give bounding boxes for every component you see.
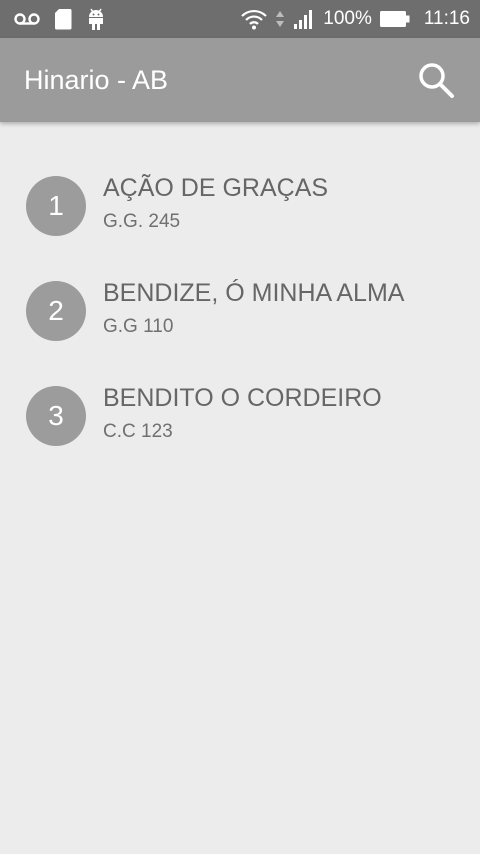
hymn-number-badge: 2 xyxy=(26,281,86,341)
hymn-reference: G.G 110 xyxy=(103,316,174,337)
hymn-number-badge: 1 xyxy=(26,176,86,236)
voicemail-icon xyxy=(14,13,40,25)
android-icon xyxy=(89,8,103,30)
search-button[interactable] xyxy=(414,58,458,102)
list-item[interactable]: 1 AÇÃO DE GRAÇAS G.G. 245 xyxy=(0,150,480,255)
notification-icons xyxy=(14,7,106,31)
hymn-reference: G.G. 245 xyxy=(103,211,181,232)
app-title: Hinario - AB xyxy=(24,65,169,95)
search-icon xyxy=(419,63,454,98)
sd-card-icon xyxy=(55,9,72,30)
wifi-icon xyxy=(241,9,268,30)
battery-icon xyxy=(379,11,410,27)
hymn-title: BENDITO O CORDEIRO xyxy=(103,384,382,412)
status-bar: 100% 11:16 xyxy=(0,0,480,38)
list-item[interactable]: 3 BENDITO O CORDEIRO C.C 123 xyxy=(0,360,480,465)
battery-percent: 100% xyxy=(323,8,372,29)
app-bar: Hinario - AB xyxy=(0,38,480,122)
hymn-title: AÇÃO DE GRAÇAS xyxy=(103,174,329,202)
hymn-number-badge: 3 xyxy=(26,386,86,446)
hymn-list: 1 AÇÃO DE GRAÇAS G.G. 245 2 BENDIZE, Ó M… xyxy=(0,150,480,465)
list-item[interactable]: 2 BENDIZE, Ó MINHA ALMA G.G 110 xyxy=(0,255,480,360)
data-arrows-icon xyxy=(276,11,285,27)
hymn-title: BENDIZE, Ó MINHA ALMA xyxy=(103,279,405,307)
hymn-reference: C.C 123 xyxy=(103,421,173,442)
signal-icon xyxy=(294,10,313,29)
clock: 11:16 xyxy=(423,8,470,29)
system-status: 100% 11:16 xyxy=(241,7,470,31)
